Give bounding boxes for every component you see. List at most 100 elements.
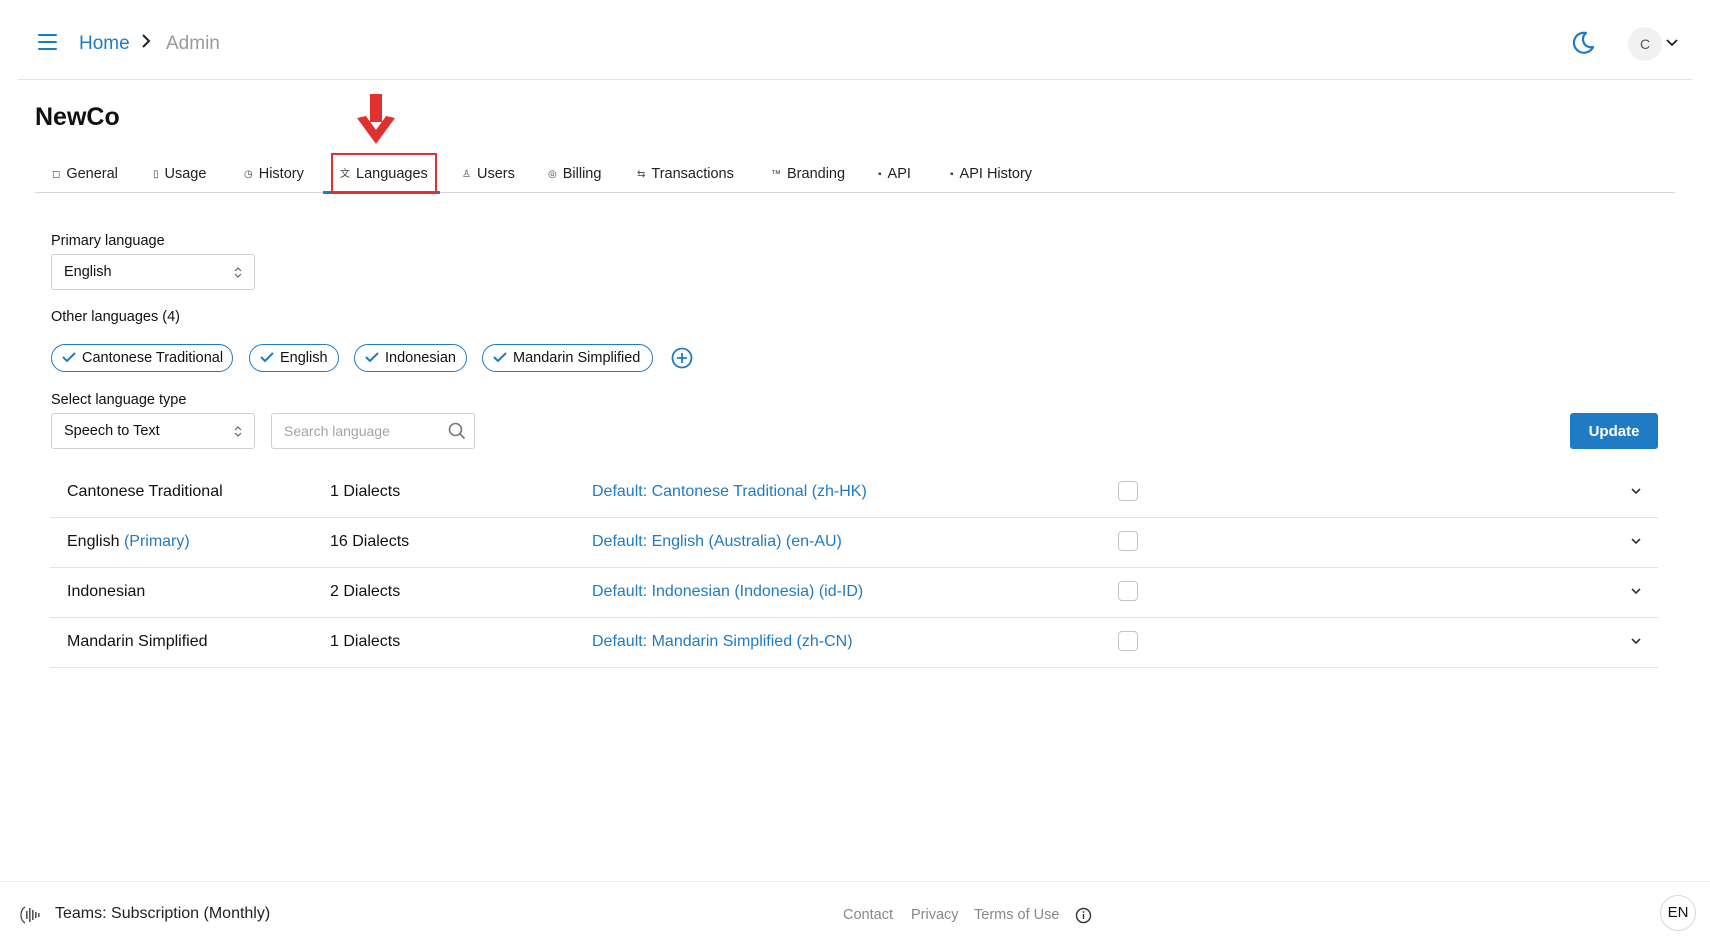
language-checkbox[interactable] xyxy=(1118,531,1138,551)
languages-table: Cantonese Traditional 1 Dialects Default… xyxy=(50,468,1658,668)
tab-general[interactable]: ◻ General xyxy=(52,166,118,182)
chip-label: Indonesian xyxy=(385,350,456,366)
tab-bar: ◻ General ▯ Usage ◷ History 文 Languages ♙ Use… xyxy=(35,161,1675,194)
check-icon xyxy=(260,352,274,363)
language-name-text: Indonesian xyxy=(67,583,146,600)
dialect-count: 2 Dialects xyxy=(330,583,401,600)
language-type-value: Speech to Text xyxy=(64,423,160,439)
sort-updown-icon xyxy=(234,426,242,437)
breadcrumb-current: Admin xyxy=(166,33,220,54)
tab-history[interactable]: ◷ History xyxy=(244,166,304,182)
chip-label: Mandarin Simplified xyxy=(513,350,641,366)
logo-waveform-icon xyxy=(20,906,40,924)
table-row[interactable]: Mandarin Simplified 1 Dialects Default: … xyxy=(50,618,1658,668)
default-dialect-link[interactable]: Default: Indonesian (Indonesia) (id-ID) xyxy=(592,583,863,601)
tab-users[interactable]: ♙ Users xyxy=(462,166,515,182)
language-type-label: Select language type xyxy=(51,392,187,408)
language-name: English (Primary) xyxy=(67,533,190,551)
language-name-text: English xyxy=(67,533,120,550)
chevron-down-icon[interactable] xyxy=(1630,487,1642,496)
chevron-right-icon xyxy=(142,34,151,48)
language-checkbox[interactable] xyxy=(1118,581,1138,601)
language-name: Cantonese Traditional xyxy=(67,483,223,501)
chip-label: English xyxy=(280,350,328,366)
tab-api-history[interactable]: ▪ API History xyxy=(950,166,1032,182)
tab-label: API History xyxy=(959,166,1033,182)
tab-label: Usage xyxy=(164,166,207,182)
contact-link[interactable]: Contact xyxy=(843,907,893,923)
primary-language-select[interactable]: English xyxy=(51,254,255,290)
chevron-down-icon[interactable] xyxy=(1630,587,1642,596)
default-dialect-link[interactable]: Default: Mandarin Simplified (zh-CN) xyxy=(592,633,853,651)
chevron-down-icon xyxy=(1666,39,1678,47)
info-icon[interactable] xyxy=(1075,907,1092,924)
language-chip[interactable]: Cantonese Traditional xyxy=(51,344,233,372)
terms-link[interactable]: Terms of Use xyxy=(974,907,1059,923)
chevron-down-icon[interactable] xyxy=(1630,537,1642,546)
table-row[interactable]: Indonesian 2 Dialects Default: Indonesia… xyxy=(50,568,1658,618)
tab-label: Branding xyxy=(787,166,846,182)
primary-language-label: Primary language xyxy=(51,233,165,249)
tab-label: Billing xyxy=(562,166,602,182)
arrows-icon: ⇆ xyxy=(637,169,646,180)
language-checkbox[interactable] xyxy=(1118,631,1138,651)
search-icon[interactable] xyxy=(448,422,466,440)
avatar: C xyxy=(1628,27,1662,61)
page-title: NewCo xyxy=(35,103,120,131)
tab-label: Users xyxy=(476,166,515,182)
check-icon xyxy=(493,352,507,363)
default-dialect-link[interactable]: Default: Cantonese Traditional (zh-HK) xyxy=(592,483,867,501)
user-icon: ♙ xyxy=(462,169,471,180)
table-row[interactable]: Cantonese Traditional 1 Dialects Default… xyxy=(50,468,1658,518)
table-row[interactable]: English (Primary) 16 Dialects Default: E… xyxy=(50,518,1658,568)
tab-transactions[interactable]: ⇆ Transactions xyxy=(637,166,734,182)
tm-icon: ™ xyxy=(771,169,781,180)
dialect-count: 16 Dialects xyxy=(330,533,410,550)
annotation-highlight-box xyxy=(331,153,437,194)
dialect-count: 1 Dialects xyxy=(330,483,401,500)
footer: Teams: Subscription (Monthly) Contact Pr… xyxy=(0,881,1710,945)
sort-updown-icon xyxy=(234,267,242,278)
search-language-input[interactable] xyxy=(271,413,475,449)
language-type-select[interactable]: Speech to Text xyxy=(51,413,255,449)
api-icon: ▪ xyxy=(878,169,882,180)
language-switcher[interactable]: EN xyxy=(1660,895,1696,931)
update-button[interactable]: Update xyxy=(1570,413,1658,449)
bucket-icon: ▯ xyxy=(153,169,159,180)
privacy-link[interactable]: Privacy xyxy=(911,907,959,923)
tab-billing[interactable]: ◎ Billing xyxy=(548,166,601,182)
coins-icon: ◎ xyxy=(548,169,557,180)
language-name: Indonesian xyxy=(67,583,145,601)
dark-mode-moon-icon[interactable] xyxy=(1570,30,1596,56)
tab-label: API xyxy=(887,166,911,182)
tab-label: General xyxy=(66,166,118,182)
language-name-text: Mandarin Simplified xyxy=(67,633,208,650)
chevron-down-icon[interactable] xyxy=(1630,637,1642,646)
language-chip[interactable]: English xyxy=(249,344,339,372)
language-name-text: Cantonese Traditional xyxy=(67,483,223,500)
language-chip[interactable]: Mandarin Simplified xyxy=(482,344,653,372)
language-chip[interactable]: Indonesian xyxy=(354,344,467,372)
language-name: Mandarin Simplified xyxy=(67,633,208,651)
primary-tag: (Primary) xyxy=(123,533,190,550)
language-checkbox[interactable] xyxy=(1118,481,1138,501)
tab-branding[interactable]: ™ Branding xyxy=(771,166,845,182)
menu-icon[interactable] xyxy=(38,33,60,51)
tab-label: Transactions xyxy=(651,166,734,182)
annotation-arrow-icon xyxy=(357,94,395,144)
default-dialect-link[interactable]: Default: English (Australia) (en-AU) xyxy=(592,533,842,551)
chip-label: Cantonese Traditional xyxy=(82,350,224,366)
subscription-plan: Teams: Subscription (Monthly) xyxy=(55,905,271,922)
check-icon xyxy=(62,352,76,363)
tab-api[interactable]: ▪ API xyxy=(878,166,911,182)
tab-usage[interactable]: ▯ Usage xyxy=(153,166,206,182)
user-menu[interactable]: C xyxy=(1628,27,1678,61)
top-bar: Home Admin C xyxy=(18,0,1692,80)
api-icon: ▪ xyxy=(950,169,954,180)
add-language-plus-icon[interactable] xyxy=(671,347,693,369)
breadcrumb-home-link[interactable]: Home xyxy=(79,33,130,55)
check-icon xyxy=(365,352,379,363)
primary-language-value: English xyxy=(64,264,112,280)
tab-label: History xyxy=(258,166,304,182)
other-languages-label: Other languages (4) xyxy=(51,309,180,325)
